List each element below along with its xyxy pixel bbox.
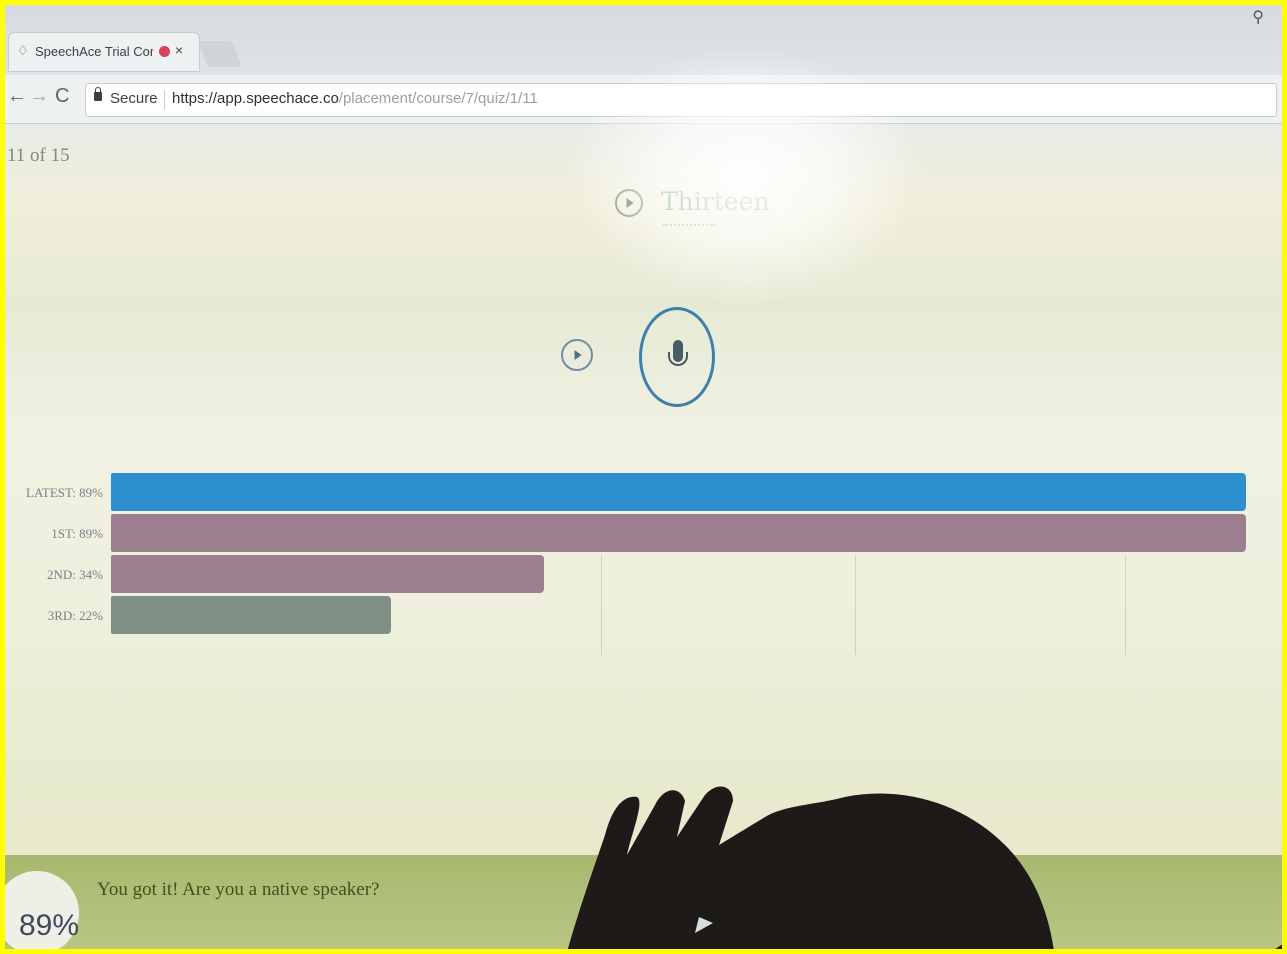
photo-frame: ♢ SpeechAce Trial Cont × ⚲ ← → C Secure …	[0, 0, 1287, 954]
foreground-hand-silhouette	[567, 786, 1282, 949]
